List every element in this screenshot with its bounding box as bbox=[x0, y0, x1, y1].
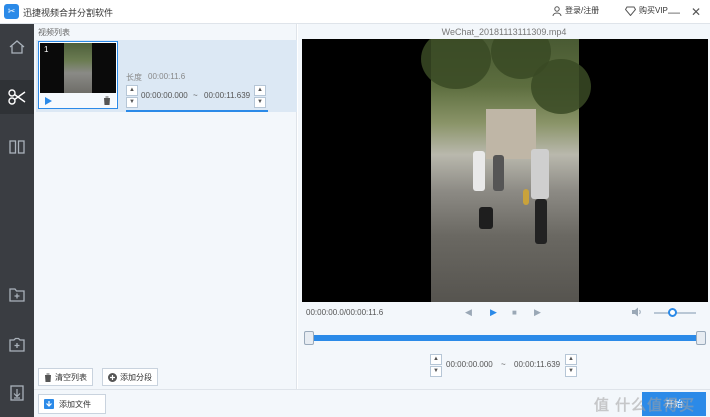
item-index: 1 bbox=[44, 45, 49, 54]
download-icon bbox=[10, 385, 24, 401]
trash-icon[interactable] bbox=[103, 96, 111, 105]
play-icon[interactable] bbox=[45, 96, 52, 105]
trim-start-time[interactable]: 00:00:00.000 bbox=[446, 360, 493, 369]
upload-icon bbox=[44, 399, 54, 409]
previous-frame-icon[interactable]: ◀ bbox=[465, 307, 472, 318]
player-panel: WeChat_20181113111309.mp4 00:00:00.0/00:… bbox=[298, 24, 710, 389]
playback-controls: 00:00:00.0/00:00:11.6 ◀ ▶ ■ ▶ bbox=[302, 304, 708, 322]
thumbnail-image: 1 bbox=[40, 43, 116, 93]
add-folder-icon bbox=[9, 287, 25, 302]
plus-circle-icon bbox=[108, 372, 117, 382]
segment-range-bar bbox=[126, 110, 268, 112]
segment-range: ▲ ▼ 00:00:00.000 ~ 00:00:11.639 ▲ ▼ bbox=[126, 85, 268, 108]
trash-icon bbox=[44, 373, 52, 382]
volume-knob[interactable] bbox=[668, 308, 678, 317]
user-icon bbox=[552, 5, 562, 16]
sidebar-item-merge[interactable] bbox=[0, 130, 34, 164]
sidebar-item-add-media[interactable] bbox=[0, 327, 34, 361]
diamond-icon bbox=[625, 6, 636, 16]
duration-value: 00:00:11.6 bbox=[148, 72, 186, 81]
home-icon bbox=[9, 40, 25, 54]
login-button[interactable]: 登录/注册 bbox=[552, 5, 599, 16]
add-segment-label: 添加分段 bbox=[120, 372, 152, 382]
video-file-name: WeChat_20181113111309.mp4 bbox=[441, 27, 567, 37]
timeline-selection bbox=[310, 335, 700, 341]
video-preview[interactable] bbox=[302, 39, 708, 302]
add-file-button[interactable]: 添加文件 bbox=[38, 394, 106, 414]
video-thumbnail[interactable]: 1 bbox=[38, 41, 118, 109]
login-label: 登录/注册 bbox=[565, 6, 600, 15]
next-frame-icon[interactable]: ▶ bbox=[534, 307, 541, 318]
start-time-stepper[interactable]: ▲ ▼ bbox=[126, 85, 138, 108]
duration-label: 长度 bbox=[126, 73, 142, 82]
sidebar-item-add-folder[interactable] bbox=[0, 277, 34, 311]
stop-icon[interactable]: ■ bbox=[512, 308, 517, 317]
clear-list-label: 清空列表 bbox=[55, 372, 87, 382]
start-time[interactable]: 00:00:00.000 bbox=[141, 91, 188, 100]
clear-list-button[interactable]: 清空列表 bbox=[38, 368, 93, 386]
watermark: 值 什么值得买 bbox=[594, 397, 696, 414]
play-icon[interactable]: ▶ bbox=[490, 307, 497, 318]
app-logo-icon: ✂ bbox=[4, 4, 19, 19]
video-list-header: 视频列表 bbox=[38, 28, 70, 37]
range-separator: ~ bbox=[193, 91, 198, 100]
sidebar bbox=[0, 24, 34, 417]
buy-vip-button[interactable]: 购买VIP bbox=[625, 5, 668, 16]
trim-range: ▲ ▼ 00:00:00.000 ~ 00:00:11.639 ▲ ▼ bbox=[430, 354, 580, 377]
trim-timeline[interactable] bbox=[302, 331, 708, 345]
title-bar: ✂ 迅捷视频合并分割软件 登录/注册 购买VIP — ✕ bbox=[0, 0, 710, 24]
add-file-label: 添加文件 bbox=[59, 399, 91, 409]
video-frame bbox=[421, 39, 591, 302]
sidebar-item-cut[interactable] bbox=[0, 80, 34, 114]
end-time-stepper[interactable]: ▲ ▼ bbox=[254, 85, 266, 108]
merge-icon bbox=[9, 140, 25, 154]
close-button[interactable]: ✕ bbox=[686, 2, 706, 22]
end-time[interactable]: 00:00:11.639 bbox=[204, 91, 250, 100]
video-list-panel: 视频列表 1 长度 00:00:11.6 ▲ ▼ 00:00:00.000 ~ 0… bbox=[34, 24, 297, 389]
app-title: 迅捷视频合并分割软件 bbox=[23, 8, 114, 18]
sidebar-item-export[interactable] bbox=[0, 376, 34, 410]
trim-start-handle[interactable] bbox=[304, 331, 314, 345]
time-readout: 00:00:00.0/00:00:11.6 bbox=[306, 308, 384, 317]
trim-start-stepper[interactable]: ▲ ▼ bbox=[430, 354, 442, 377]
list-item[interactable]: 1 长度 00:00:11.6 ▲ ▼ 00:00:00.000 ~ 00:00:… bbox=[36, 40, 297, 112]
add-media-icon bbox=[9, 337, 25, 352]
trim-separator: ~ bbox=[501, 360, 506, 369]
add-segment-button[interactable]: 添加分段 bbox=[102, 368, 158, 386]
trim-end-handle[interactable] bbox=[696, 331, 706, 345]
scissors-icon bbox=[8, 89, 26, 105]
minimize-button[interactable]: — bbox=[664, 2, 684, 22]
volume-icon[interactable] bbox=[632, 307, 643, 317]
trim-end-time[interactable]: 00:00:11.639 bbox=[514, 360, 560, 369]
trim-end-stepper[interactable]: ▲ ▼ bbox=[565, 354, 577, 377]
sidebar-item-home[interactable] bbox=[0, 30, 34, 64]
list-actions: 清空列表 添加分段 bbox=[34, 365, 297, 389]
bottom-bar: 添加文件 开始 值 什么值得买 bbox=[34, 389, 710, 417]
